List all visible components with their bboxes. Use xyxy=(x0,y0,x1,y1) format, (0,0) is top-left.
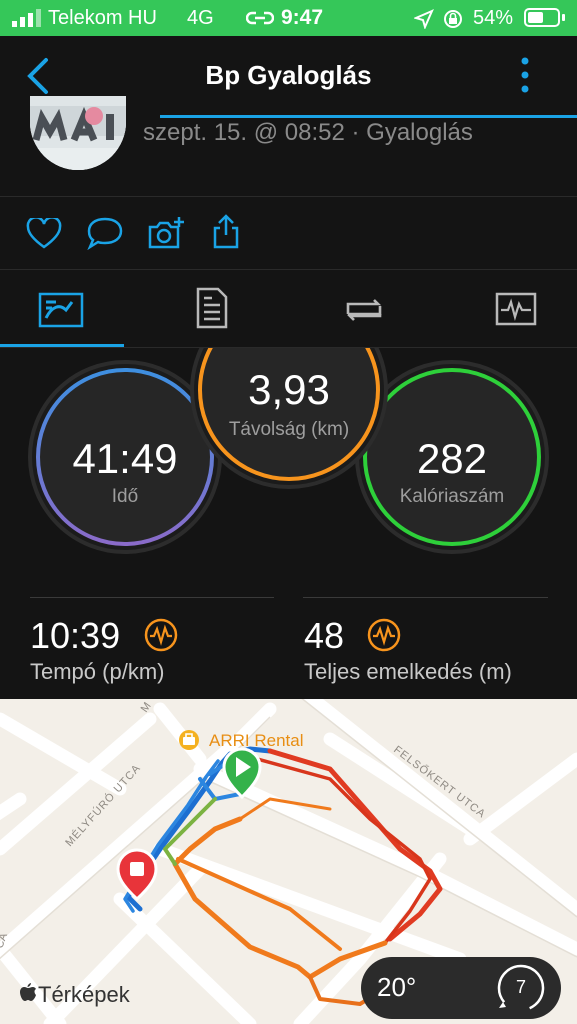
add-photo-icon[interactable] xyxy=(146,215,186,251)
carrier-name: Telekom HU xyxy=(48,7,157,29)
tab-bar xyxy=(0,270,577,348)
distance-label: Távolság (km) xyxy=(229,419,349,440)
nav-accent-line xyxy=(160,115,577,118)
tab-overview-icon[interactable] xyxy=(38,292,84,328)
time-label: Idő xyxy=(112,486,138,507)
hotspot-link-icon xyxy=(246,11,274,25)
pace-label: Tempó (p/km) xyxy=(30,659,165,684)
weather-temp: 20° xyxy=(377,972,417,1002)
clock: 9:47 xyxy=(281,6,324,29)
end-pin-icon[interactable] xyxy=(116,848,158,902)
calories-value: 282 xyxy=(417,435,487,482)
street-label-partial-top: M xyxy=(139,700,154,714)
tab-laps-icon[interactable] xyxy=(342,294,386,324)
poi-label[interactable]: ARRI Rental xyxy=(209,731,303,750)
network-type: 4G xyxy=(187,7,214,29)
elevation-label: Teljes emelkedés (m) xyxy=(304,659,512,684)
battery-icon xyxy=(524,8,560,27)
summary-circles: 41:49 Idő 282 Kalóriaszám 3,93 Távolság … xyxy=(28,348,549,554)
weather-widget[interactable]: 20° 7 xyxy=(361,957,561,1019)
status-bar: Telekom HU 4G 9:47 54% xyxy=(0,0,577,36)
poi-bag-icon[interactable] xyxy=(179,730,199,750)
activity-meta: szept. 15. @ 08:52 · Gyaloglás xyxy=(143,119,473,146)
tab-charts-icon[interactable] xyxy=(495,292,537,326)
battery-tip xyxy=(562,14,565,21)
map-attribution: Térképek xyxy=(38,982,130,1007)
stat-divider xyxy=(303,597,548,598)
signal-icon xyxy=(12,9,41,27)
apple-logo-icon xyxy=(20,983,36,1001)
stat-divider xyxy=(30,597,274,598)
elevation-value: 48 xyxy=(304,615,345,656)
pace-chart-icon[interactable] xyxy=(143,617,179,653)
distance-value: 3,93 xyxy=(248,366,330,413)
share-icon[interactable] xyxy=(211,213,241,251)
pace-value: 10:39 xyxy=(30,615,121,656)
elevation-chart-icon[interactable] xyxy=(366,617,402,653)
location-arrow-icon xyxy=(414,9,434,29)
comment-icon[interactable] xyxy=(86,216,124,250)
more-menu-icon[interactable] xyxy=(519,56,531,96)
page-title: Bp Gyaloglás xyxy=(205,60,372,90)
heart-icon[interactable] xyxy=(26,218,62,250)
rotation-lock-icon xyxy=(444,10,462,28)
action-bar xyxy=(0,197,577,269)
calories-label: Kalóriaszám xyxy=(400,486,505,507)
battery-percent: 54% xyxy=(473,7,514,29)
tab-details-icon[interactable] xyxy=(196,287,228,329)
time-value: 41:49 xyxy=(72,435,177,482)
wind-speed: 7 xyxy=(515,977,526,997)
